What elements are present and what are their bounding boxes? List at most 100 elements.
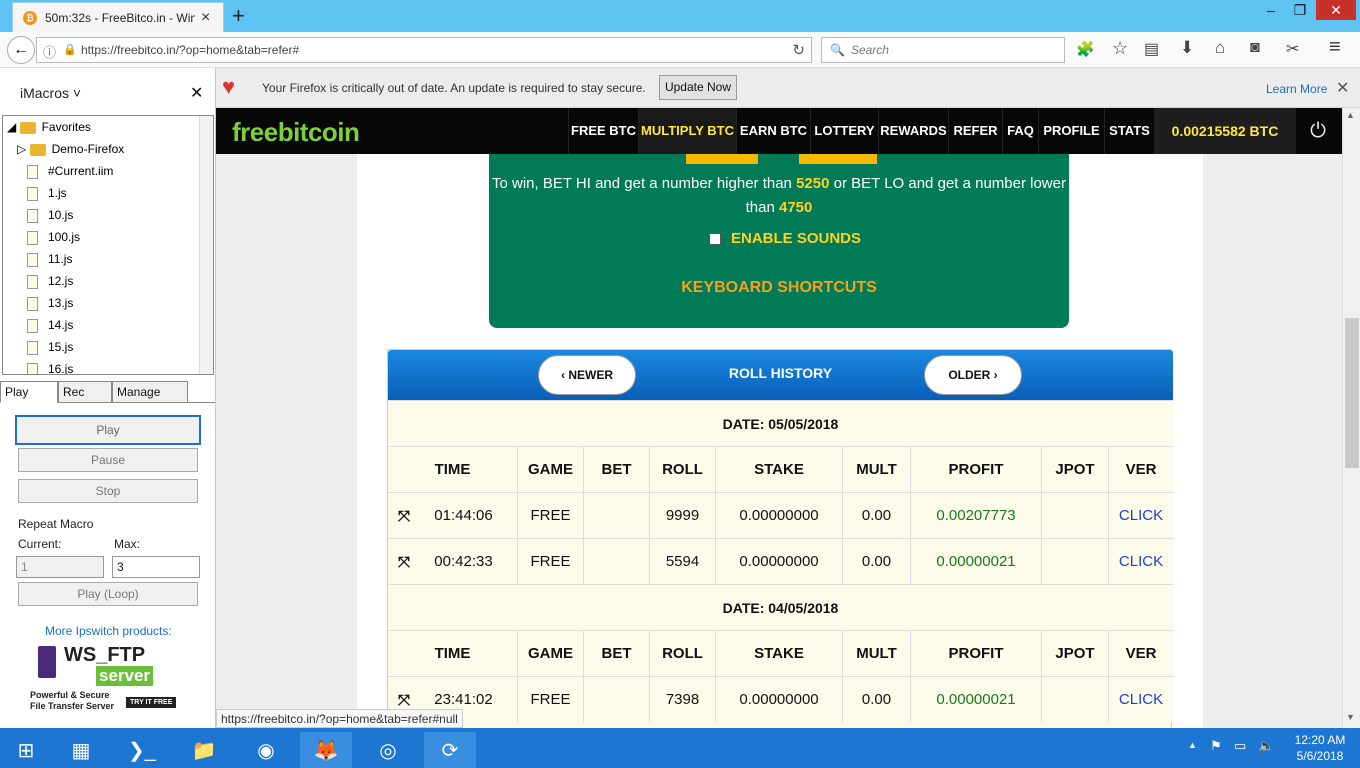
cell-mult: 0.00 — [842, 539, 910, 585]
menu-stats[interactable]: STATS — [1104, 108, 1154, 154]
sync-app-icon[interactable]: ⟳ — [424, 732, 476, 768]
bookmark-star-icon[interactable]: ☆ — [1112, 38, 1128, 59]
menu-icon[interactable]: ≡ — [1329, 36, 1341, 59]
lo-number: 4750 — [779, 199, 813, 216]
newer-button[interactable]: ‹ NEWER — [538, 355, 636, 395]
url-bar[interactable]: ⓘ 🔒 https://freebitco.in/?op=home&tab=re… — [36, 37, 812, 63]
stop-button[interactable]: Stop — [18, 479, 198, 503]
enable-sounds-toggle[interactable]: ENABLE SOUNDS — [709, 230, 861, 247]
tree-item-file[interactable]: 16.js — [27, 362, 73, 374]
pocket-icon[interactable]: ◙ — [1250, 39, 1260, 57]
scroll-down-icon[interactable]: ▼ — [1346, 712, 1355, 722]
tree-item-file[interactable]: 100.js — [27, 230, 80, 245]
more-products-link[interactable]: More Ipswitch products: — [45, 624, 172, 638]
imacros-toolbar-icon[interactable]: ✂ — [1286, 39, 1299, 59]
js-file-icon — [27, 340, 38, 355]
menu-free-btc[interactable]: FREE BTC — [568, 108, 638, 154]
reload-icon[interactable]: ↻ — [792, 41, 805, 59]
browser-tab[interactable]: ₿ 50m:32s - FreeBitco.in - Win × — [12, 2, 224, 32]
menu-earn-btc[interactable]: EARN BTC — [736, 108, 810, 154]
page-scrollbar[interactable]: ▲ ▼ — [1342, 108, 1360, 728]
older-button[interactable]: OLDER › — [924, 355, 1022, 395]
logout-power-icon[interactable]: ⏻ — [1298, 108, 1338, 154]
cell-ver[interactable]: CLICK — [1108, 677, 1173, 723]
menu-rewards[interactable]: REWARDS — [878, 108, 948, 154]
tree-item-current[interactable]: #Current.iim — [27, 164, 113, 179]
firefox-icon[interactable]: 🦊 — [300, 732, 352, 768]
freebitcoin-logo[interactable]: freebitcoin — [232, 117, 360, 148]
column-header-profit: PROFIT — [910, 447, 1041, 493]
tree-item-file[interactable]: 14.js — [27, 318, 73, 333]
start-windows-icon[interactable]: ⊞ — [0, 732, 52, 768]
minimize-button[interactable]: – — [1257, 0, 1285, 20]
menu-profile[interactable]: PROFILE — [1038, 108, 1104, 154]
site-navbar: freebitcoin FREE BTC MULTIPLY BTC EARN B… — [216, 108, 1342, 154]
download-icon[interactable]: ⬇ — [1180, 38, 1194, 58]
sound-checkbox[interactable] — [709, 233, 721, 246]
cell-roll: 9999 — [649, 493, 715, 539]
keyboard-shortcuts-link[interactable]: KEYBOARD SHORTCUTS — [489, 279, 1069, 297]
powershell-icon[interactable]: ❯_ — [116, 732, 168, 768]
scroll-thumb[interactable] — [1345, 318, 1359, 468]
chrome-icon[interactable]: ◉ — [240, 732, 292, 768]
info-icon[interactable]: ⓘ — [43, 42, 56, 61]
tab-rec[interactable]: Rec — [58, 381, 112, 403]
tree-scrollbar[interactable] — [199, 116, 213, 374]
js-file-icon — [27, 362, 38, 374]
try-free-button[interactable]: TRY IT FREE — [126, 697, 177, 708]
tray-volume-icon[interactable]: 🔈 — [1258, 738, 1274, 754]
tab-play[interactable]: Play — [0, 381, 58, 403]
file-explorer-icon[interactable]: 📁 — [178, 732, 230, 768]
home-icon[interactable]: ⌂ — [1215, 38, 1225, 58]
tree-item-file[interactable]: 11.js — [27, 252, 72, 267]
column-header-mult: MULT — [842, 447, 910, 493]
new-tab-button[interactable]: + — [232, 3, 245, 29]
bet-lo-button-edge[interactable] — [799, 154, 877, 164]
tree-item-file[interactable]: 15.js — [27, 340, 73, 355]
tree-item-file[interactable]: 13.js — [27, 296, 73, 311]
back-button[interactable]: ← — [7, 36, 35, 64]
library-icon[interactable]: ▤ — [1144, 39, 1159, 59]
close-tab-icon[interactable]: × — [201, 9, 210, 27]
close-window-button[interactable]: ✕ — [1316, 0, 1356, 20]
tray-flag-icon[interactable]: ⚑ — [1210, 738, 1222, 754]
imacros-title[interactable]: iMacros ˅ — [20, 85, 81, 101]
taskbar-clock[interactable]: 12:20 AM 5/6/2018 — [1286, 732, 1354, 764]
tab-manage[interactable]: Manage — [112, 381, 188, 403]
js-file-icon — [27, 296, 38, 311]
tree-item-label: 10.js — [48, 208, 74, 222]
tray-expand-icon[interactable]: ▲ — [1188, 740, 1197, 750]
learn-more-link[interactable]: Learn More — [1266, 82, 1327, 96]
pause-button[interactable]: Pause — [18, 448, 198, 472]
max-label: Max: — [114, 537, 141, 551]
update-now-button[interactable]: Update Now — [659, 75, 737, 100]
play-loop-button[interactable]: Play (Loop) — [18, 582, 198, 606]
menu-lottery[interactable]: LOTTERY — [810, 108, 878, 154]
tree-item-file[interactable]: 1.js — [27, 186, 67, 201]
close-notification-icon[interactable]: ✕ — [1336, 78, 1349, 98]
cell-ver[interactable]: CLICK — [1108, 493, 1173, 539]
column-header-jpot: JPOT — [1041, 631, 1108, 677]
bet-hi-button-edge[interactable] — [686, 154, 758, 164]
play-button[interactable]: Play — [15, 415, 201, 445]
webcam-app-icon[interactable]: ◎ — [362, 732, 414, 768]
search-input[interactable]: 🔍 Search — [821, 37, 1065, 63]
tree-item-label: 100.js — [48, 230, 81, 244]
cell-time: 01:44:06 — [434, 507, 493, 524]
extension-icon[interactable]: 🧩 — [1076, 40, 1095, 58]
max-field[interactable]: 3 — [112, 556, 200, 578]
tree-item-file[interactable]: 12.js — [27, 274, 73, 289]
tree-item-demo-firefox[interactable]: ▷ Demo-Firefox — [17, 142, 124, 156]
menu-multiply-btc[interactable]: MULTIPLY BTC — [638, 108, 736, 154]
tree-item-favorites[interactable]: ◢ Favorites — [7, 120, 91, 134]
menu-refer[interactable]: REFER — [948, 108, 1002, 154]
cell-ver[interactable]: CLICK — [1108, 539, 1173, 585]
restore-button[interactable]: ❐ — [1286, 0, 1314, 20]
server-manager-icon[interactable]: ▦ — [55, 732, 107, 768]
close-sidebar-icon[interactable]: ✕ — [190, 83, 203, 103]
tray-network-icon[interactable]: ▭ — [1234, 738, 1246, 754]
menu-faq[interactable]: FAQ — [1002, 108, 1038, 154]
scroll-up-icon[interactable]: ▲ — [1346, 110, 1355, 120]
tree-item-file[interactable]: 10.js — [27, 208, 73, 223]
ws-ftp-ad[interactable]: WS_FTP server Powerful & Secure File Tra… — [30, 644, 190, 714]
